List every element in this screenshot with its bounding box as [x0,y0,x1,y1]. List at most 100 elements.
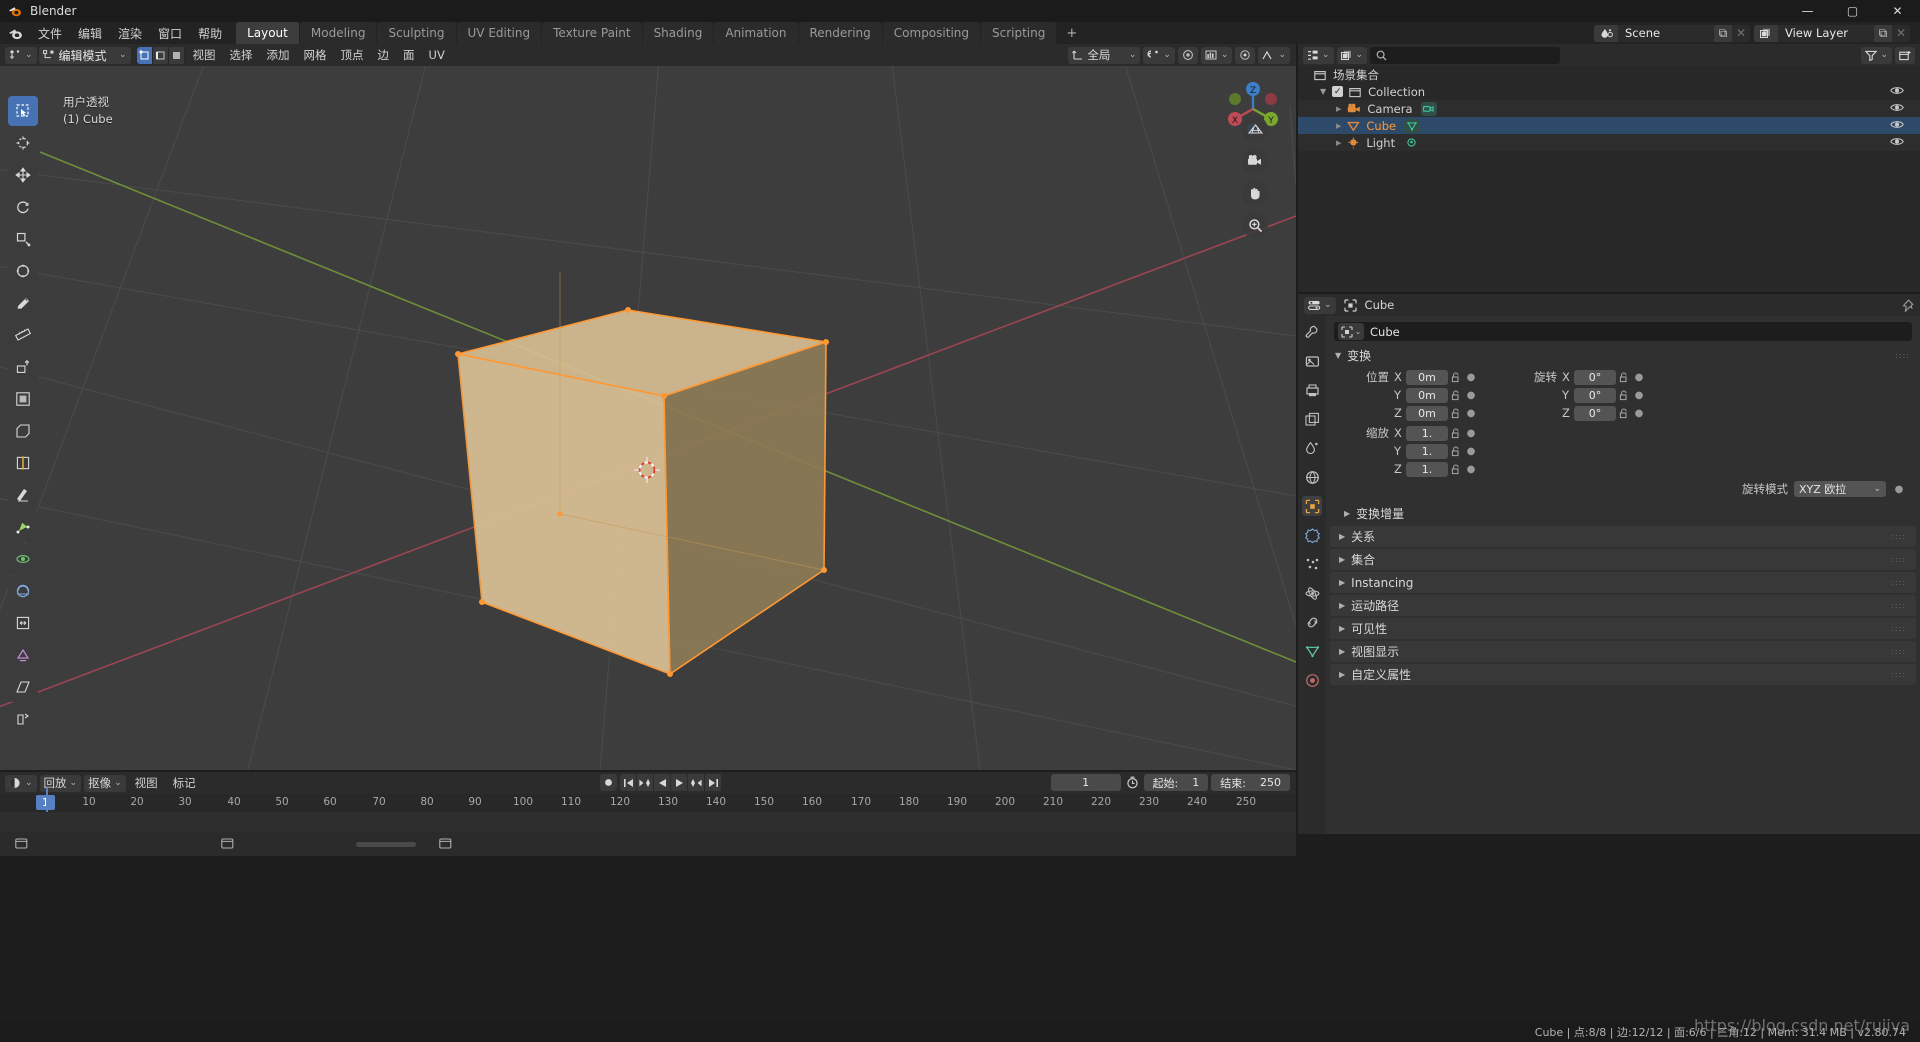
frame-range-fields[interactable]: 起始: 1 [1143,774,1209,791]
tool-annotate-icon[interactable] [8,288,38,318]
tool-shrink-fatten-icon[interactable] [8,640,38,670]
animate-dot[interactable]: ● [1632,372,1646,383]
viewport-menu-face[interactable]: 面 [397,47,421,64]
visibility-eye-icon[interactable] [1890,118,1904,131]
proportional-falloff-icon[interactable]: ⌄ [1200,46,1233,64]
outliner-item-collection[interactable]: ▼ ✓ Collection [1298,83,1920,100]
viewport-menu-vertex[interactable]: 顶点 [335,47,370,64]
rotation-z-field[interactable]: 0° [1574,405,1616,421]
expander-icon[interactable]: ▶ [1336,139,1341,147]
tab-sculpting[interactable]: Sculpting [377,22,456,44]
properties-tab-render[interactable] [1302,351,1322,371]
timeline-menu-view[interactable]: 视图 [129,775,164,792]
expander-icon[interactable]: ▶ [1336,105,1341,113]
viewport-menu-mesh[interactable]: 网格 [298,47,333,64]
play-reverse-button[interactable] [654,774,671,791]
object-icon[interactable]: ⌄ [1338,323,1364,340]
timeline-editor-type-icon[interactable]: ⌄ [5,774,37,792]
scene-name[interactable]: Scene [1618,24,1714,42]
scene-unlink-button[interactable]: ✕ [1732,24,1750,42]
outliner-filter-icon[interactable]: ⌄ [1861,46,1892,64]
tab-shading[interactable]: Shading [642,22,714,44]
outliner-item-camera[interactable]: ▶ Camera [1298,100,1920,117]
strip-editor-icon-2[interactable] [216,833,238,855]
viewport-menu-select[interactable]: 选择 [224,47,259,64]
properties-tab-physics[interactable] [1302,583,1322,603]
properties-tab-scene[interactable] [1302,438,1322,458]
properties-tab-material[interactable] [1302,670,1322,690]
lock-icon[interactable] [1448,464,1464,475]
visibility-panel-header[interactable]: ▶ 可见性 :::: [1330,618,1916,639]
scale-z-field[interactable]: 1. [1406,461,1448,477]
animate-dot[interactable]: ● [1464,372,1478,383]
next-keyframe-button[interactable] [688,774,705,791]
location-z-field[interactable]: 0m [1406,405,1448,421]
zoom-view-icon[interactable] [1242,212,1268,238]
scale-y-field[interactable]: 1. [1406,443,1448,459]
animate-dot[interactable]: ● [1464,390,1478,401]
instancing-panel-header[interactable]: ▶ Instancing :::: [1330,572,1916,593]
jump-to-end-button[interactable] [705,774,722,791]
custom-properties-panel-header[interactable]: ▶ 自定义属性 :::: [1330,664,1916,685]
properties-tab-tool[interactable] [1302,322,1322,342]
relations-panel-header[interactable]: ▶ 关系 :::: [1330,526,1916,547]
tool-select-box-icon[interactable] [8,96,38,126]
tool-rip-region-icon[interactable] [8,704,38,734]
lock-icon[interactable] [1448,428,1464,439]
tool-edge-slide-icon[interactable] [8,608,38,638]
mirror-options-icon[interactable] [1235,46,1256,64]
outliner-item-light[interactable]: ▶ Light [1298,134,1920,151]
properties-tab-object-data[interactable] [1302,641,1322,661]
viewport-display-panel-header[interactable]: ▶ 视图显示 :::: [1330,641,1916,662]
tab-animation[interactable]: Animation [714,22,798,44]
proportional-edit-icon[interactable] [1177,46,1198,64]
tool-move-icon[interactable] [8,160,38,190]
timeline-menu-marker[interactable]: 标记 [167,775,202,792]
menu-help[interactable]: 帮助 [190,22,230,44]
tool-rotate-icon[interactable] [8,192,38,222]
editor-type-button[interactable]: ⌄ [5,46,37,64]
animate-dot[interactable]: ● [1464,464,1478,475]
play-button[interactable] [671,774,688,791]
tool-spin-icon[interactable] [8,544,38,574]
outliner-root-scene-collection[interactable]: 场景集合 [1298,66,1920,83]
visibility-eye-icon[interactable] [1890,84,1904,97]
timeline-ruler[interactable]: 10 20 30 40 50 60 70 80 90 100 110 120 1… [0,794,1296,812]
tab-compositing[interactable]: Compositing [882,22,980,44]
tool-inset-faces-icon[interactable] [8,384,38,414]
current-frame-field[interactable]: 1 [1050,774,1121,791]
tool-transform-icon[interactable] [8,256,38,286]
properties-tab-output[interactable] [1302,380,1322,400]
timeline-menu-keying[interactable]: 抠像 ⌄ [84,774,126,792]
blender-menu-icon[interactable] [0,22,30,44]
mesh-data-icon[interactable] [1404,118,1421,133]
mode-selector[interactable]: 编辑模式 ⌄ [38,46,131,64]
object-name-value[interactable]: Cube [1370,325,1400,339]
animate-dot[interactable]: ● [1464,446,1478,457]
animate-dot[interactable]: ● [1892,484,1906,495]
auto-keying-icon[interactable] [1124,774,1141,791]
strip-editor-icon-3[interactable] [434,833,456,855]
outliner-display-mode-icon[interactable]: ⌄ [1336,46,1368,64]
expander-icon[interactable]: ▶ [1336,122,1341,130]
tab-rendering[interactable]: Rendering [798,22,882,44]
end-frame-fields[interactable]: 结束: 250 [1211,774,1290,791]
record-keyframe-button[interactable] [600,774,617,791]
properties-tab-modifiers[interactable] [1302,525,1322,545]
scene-selector[interactable]: Scene ⧉ ✕ [1594,24,1750,42]
tool-bevel-icon[interactable] [8,416,38,446]
face-select-icon[interactable] [168,46,185,64]
animate-dot[interactable]: ● [1632,408,1646,419]
pan-view-icon[interactable] [1242,180,1268,206]
rotation-x-field[interactable]: 0° [1574,369,1616,385]
collections-panel-header[interactable]: ▶ 集合 :::: [1330,549,1916,570]
grid-toggle-icon[interactable] [1242,116,1268,142]
tab-uv-editing[interactable]: UV Editing [456,22,542,44]
expander-icon[interactable]: ▼ [1320,87,1326,96]
snap-toggle-icon[interactable]: ⌄ [1143,46,1175,64]
location-x-field[interactable]: 0m [1406,369,1448,385]
tab-modeling[interactable]: Modeling [299,22,377,44]
rotation-y-field[interactable]: 0° [1574,387,1616,403]
edge-select-icon[interactable] [152,46,169,64]
start-frame-value[interactable]: 1 [1192,776,1199,789]
